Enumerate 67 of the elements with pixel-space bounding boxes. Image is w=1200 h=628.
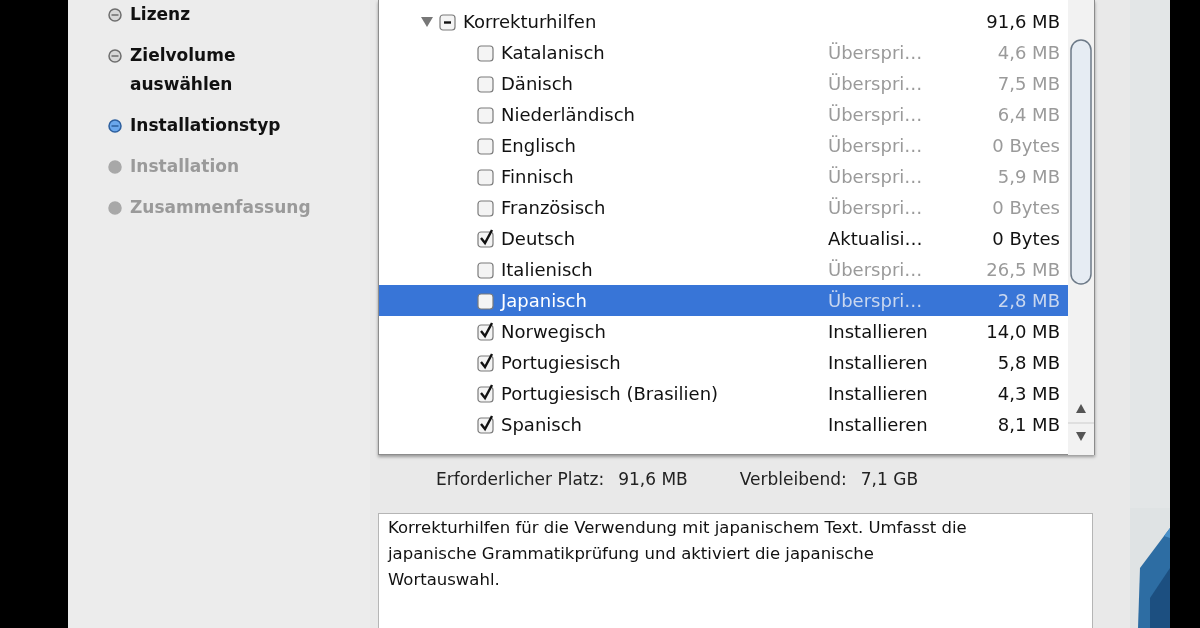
required-space-value: 91,6 MB <box>618 469 688 489</box>
scrollbar[interactable] <box>1068 0 1094 455</box>
package-name: Japanisch <box>501 290 587 311</box>
package-name: Dänisch <box>501 73 573 94</box>
package-action: Überspri… <box>828 290 924 311</box>
checkbox[interactable] <box>477 166 497 187</box>
required-space-label: Erforderlicher Platz: <box>436 469 605 489</box>
checkbox[interactable] <box>477 197 497 218</box>
package-action: Überspri… <box>828 197 924 218</box>
package-size: 4,3 MB <box>996 383 1060 404</box>
package-name: Norwegisch <box>501 321 606 342</box>
package-size: 2,8 MB <box>996 290 1060 311</box>
package-name: Englisch <box>501 135 576 156</box>
package-name: Korrekturhilfen <box>463 11 597 32</box>
package-size: 0 Bytes <box>991 135 1060 156</box>
selected-row[interactable]: Japanisch Überspri… 2,8 MB <box>379 285 1068 316</box>
checkbox[interactable] <box>477 414 497 435</box>
checkbox[interactable] <box>439 11 459 32</box>
package-size: 0 Bytes <box>991 228 1060 249</box>
package-size: 91,6 MB <box>985 11 1060 32</box>
step-label: Installation <box>130 155 240 178</box>
package-action: Überspri… <box>828 104 924 125</box>
package-name: Deutsch <box>501 228 576 249</box>
package-size: 4,6 MB <box>996 42 1060 63</box>
package-size: 0 Bytes <box>991 197 1060 218</box>
package-name: Niederländisch <box>501 104 635 125</box>
checkbox[interactable] <box>477 228 497 249</box>
package-action: Installieren <box>828 383 929 404</box>
package-size: 5,9 MB <box>996 166 1060 187</box>
package-name: Finnisch <box>501 166 574 187</box>
package-action: Aktualisi… <box>828 228 924 249</box>
checkbox[interactable] <box>477 104 497 125</box>
step-label: Zusammenfassung <box>130 196 312 219</box>
package-action: Überspri… <box>828 259 924 280</box>
package-name: Italienisch <box>501 259 593 280</box>
package-action: Installieren <box>828 352 929 373</box>
checkbox[interactable] <box>477 73 497 94</box>
checkbox[interactable] <box>477 290 497 311</box>
package-size: 5,8 MB <box>996 352 1060 373</box>
checkbox[interactable] <box>477 42 497 63</box>
description-text: Korrekturhilfen für die Verwendung mit japanischem Text. Umfasst die japanische Grammatikprüfung und aktiviert die japanische Wortauswahl. <box>388 517 968 591</box>
package-name: Portugiesisch (Brasilien) <box>501 383 719 404</box>
step-label: Installationstyp <box>130 114 282 137</box>
checkbox[interactable] <box>477 352 497 373</box>
package-size: 14,0 MB <box>985 321 1060 342</box>
package-size: 6,4 MB <box>996 104 1060 125</box>
checkbox[interactable] <box>477 321 497 342</box>
checkbox[interactable] <box>477 383 497 404</box>
package-action: Überspri… <box>828 73 924 94</box>
package-name: Katalanisch <box>501 42 605 63</box>
remaining-space-label: Verbleibend: <box>739 469 847 489</box>
checkbox[interactable] <box>477 259 497 280</box>
package-action: Überspri… <box>828 42 924 63</box>
package-size: 7,5 MB <box>996 73 1060 94</box>
step-label: Zielvolume auswählen <box>130 44 237 96</box>
package-size: 26,5 MB <box>985 259 1060 280</box>
package-name: Spanisch <box>501 414 582 435</box>
step-label: Lizenz <box>130 3 192 26</box>
remaining-space-value: 7,1 GB <box>860 469 919 489</box>
package-action: Überspri… <box>828 166 924 187</box>
package-name: Portugiesisch <box>501 352 621 373</box>
package-action: Installieren <box>828 321 929 342</box>
package-name: Französisch <box>501 197 606 218</box>
package-action: Überspri… <box>828 135 924 156</box>
checkbox[interactable] <box>477 135 497 156</box>
package-size: 8,1 MB <box>996 414 1060 435</box>
package-action: Installieren <box>828 414 929 435</box>
